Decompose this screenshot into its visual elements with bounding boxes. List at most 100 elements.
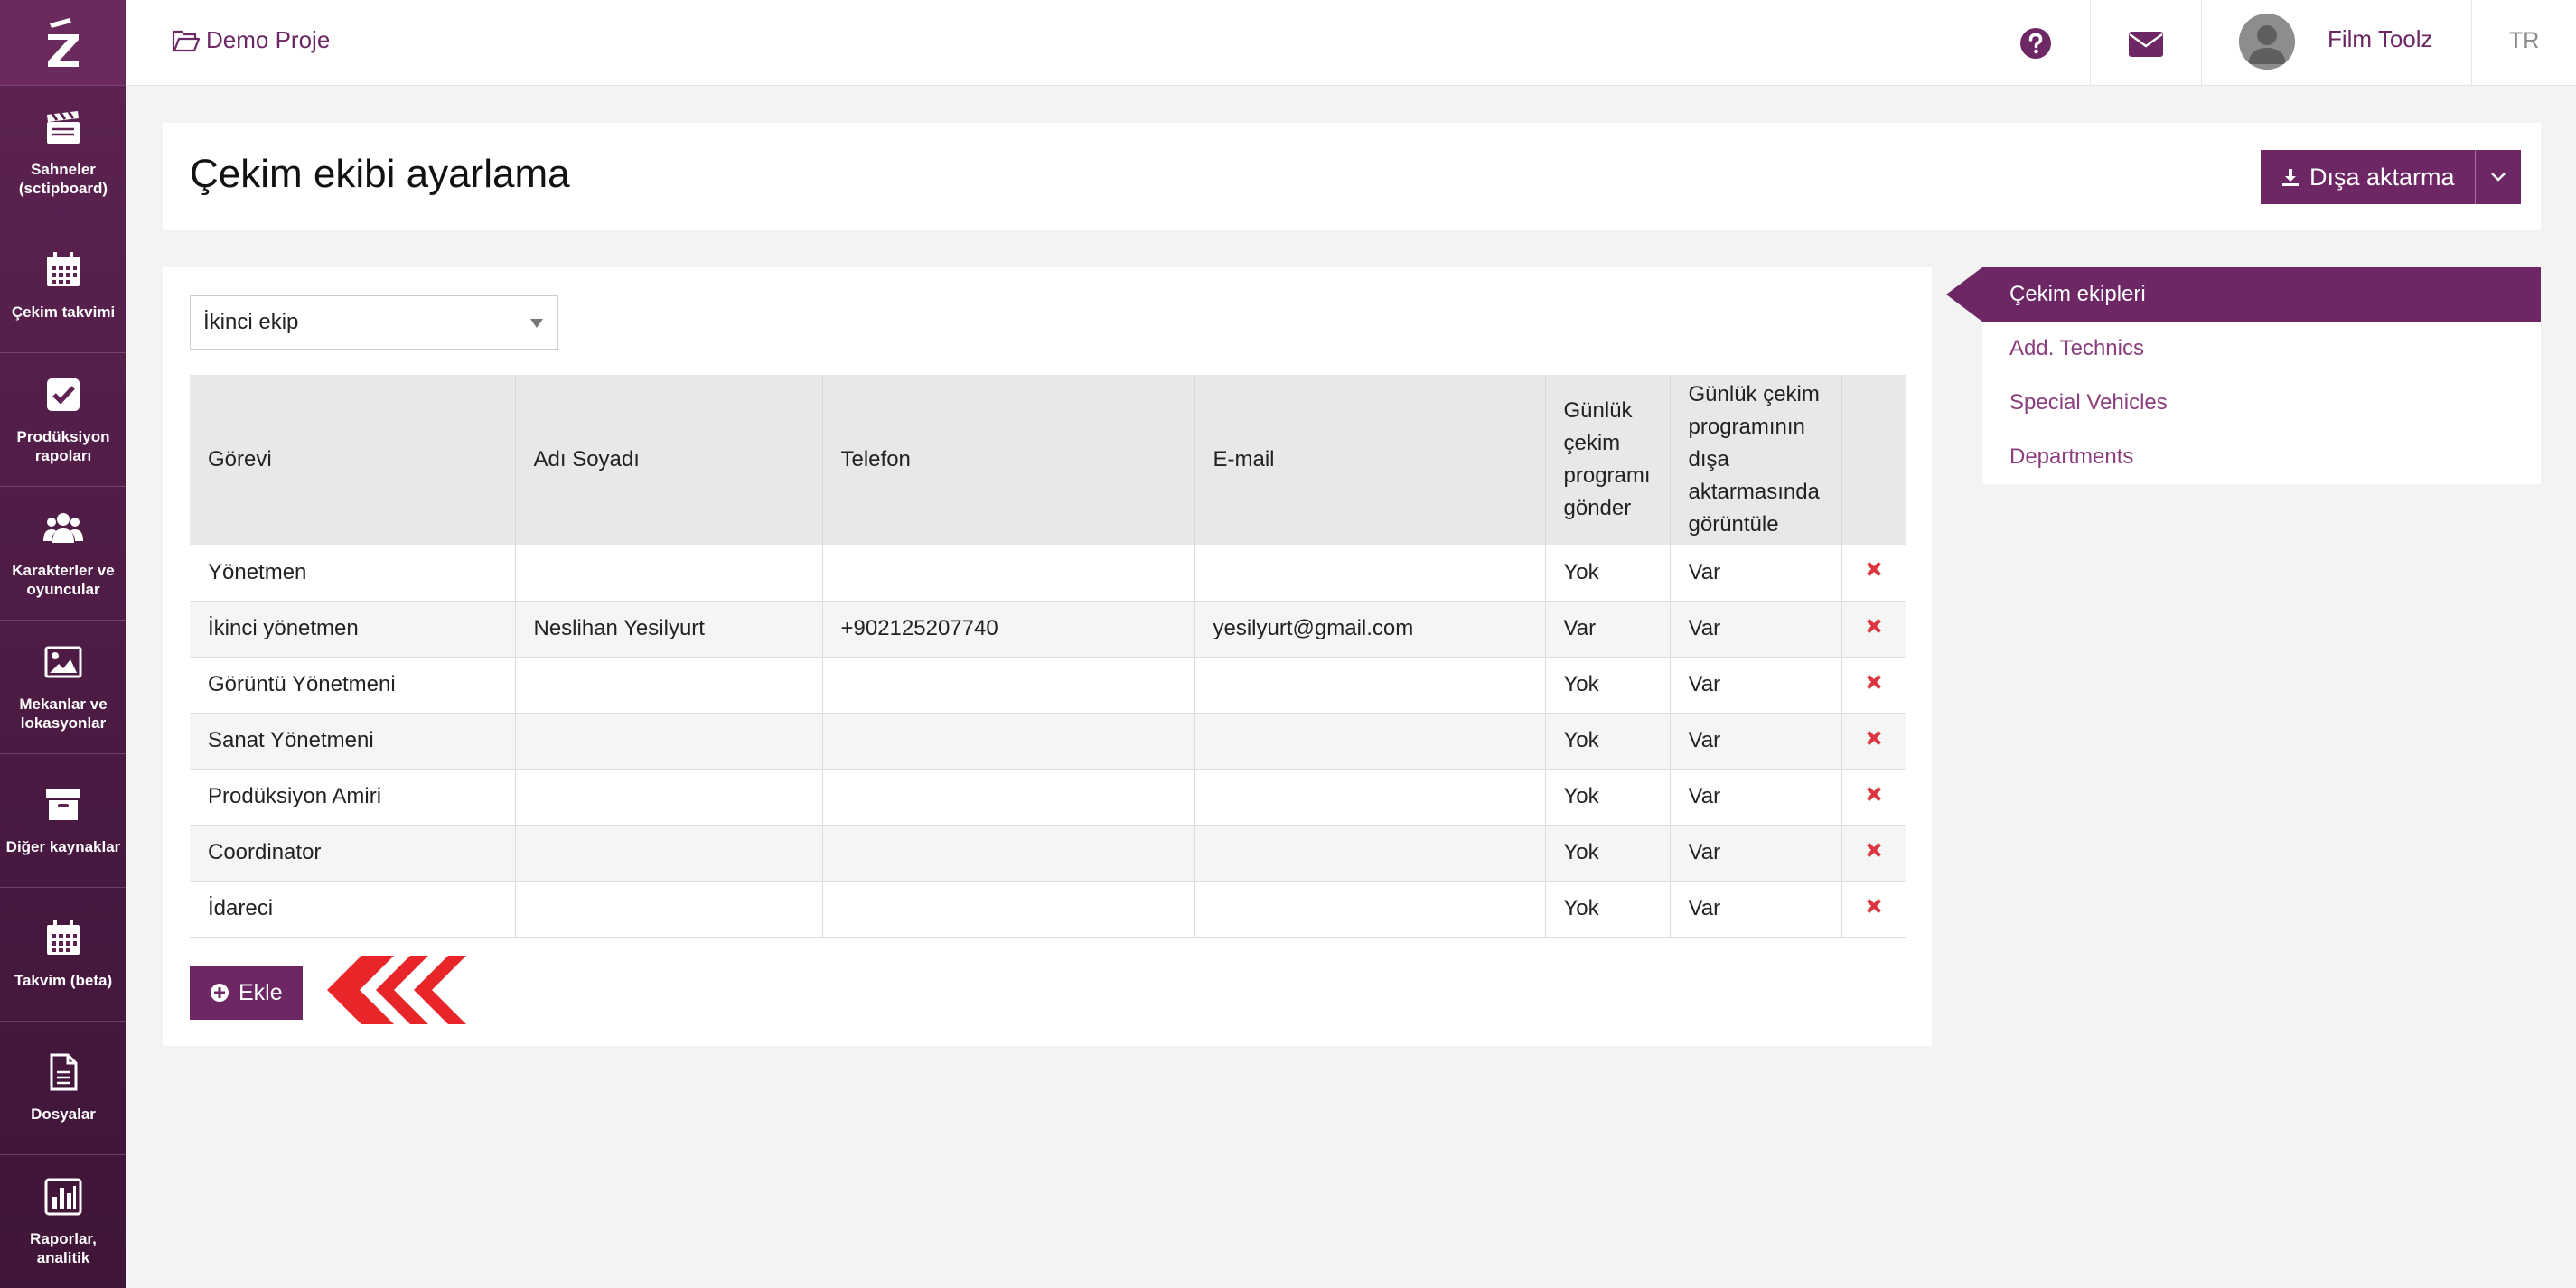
add-button[interactable]: Ekle: [190, 966, 303, 1020]
delete-icon[interactable]: [1864, 672, 1884, 692]
role-cell: İkinci yönetmen: [190, 601, 516, 658]
sidebar-item-other-resources[interactable]: Diğer kaynaklar: [0, 754, 126, 888]
project-link[interactable]: Demo Proje: [172, 26, 330, 54]
export-button[interactable]: Dışa aktarma: [2261, 150, 2476, 204]
delete-icon[interactable]: [1864, 559, 1884, 579]
language-switcher[interactable]: TR: [2509, 28, 2539, 54]
show-in-export-cell[interactable]: Var: [1670, 657, 1842, 714]
crew-select[interactable]: İkinci ekip: [190, 295, 558, 350]
email-cell: [1194, 825, 1546, 882]
avatar[interactable]: [2239, 14, 2295, 70]
column-header-show-in-export: Günlük çekim programının dışa aktarmasın…: [1670, 375, 1842, 545]
name-cell: [515, 769, 823, 826]
app-logo[interactable]: [0, 0, 126, 86]
delete-icon[interactable]: [1864, 616, 1884, 636]
caret-down-icon: [530, 319, 543, 328]
show-in-export-cell[interactable]: Var: [1670, 881, 1842, 938]
send-schedule-cell[interactable]: Yok: [1545, 545, 1671, 602]
send-schedule-cell[interactable]: Yok: [1545, 657, 1671, 714]
email-cell: [1194, 769, 1546, 826]
user-name[interactable]: Film Toolz: [2328, 25, 2433, 53]
delete-icon[interactable]: [1864, 840, 1884, 860]
sidebar-item-label: Dosyalar: [31, 1106, 96, 1123]
arrow-left-icon: [327, 956, 466, 1024]
sidebar-item-label: Prodüksiyon rapoları: [16, 427, 110, 464]
send-schedule-cell[interactable]: Yok: [1545, 825, 1671, 882]
role-cell: İdareci: [190, 881, 516, 938]
sidebar-item-reports-analytics[interactable]: Raporlar, analitik: [0, 1155, 126, 1288]
delete-icon[interactable]: [1864, 784, 1884, 804]
column-header-role: Görevi: [190, 375, 516, 545]
archive-icon: [46, 789, 80, 820]
send-schedule-cell[interactable]: Var: [1545, 601, 1671, 658]
show-in-export-cell[interactable]: Var: [1670, 601, 1842, 658]
show-in-export-cell[interactable]: Var: [1670, 545, 1842, 602]
sidebar-item-characters[interactable]: Karakterler ve oyuncular: [0, 487, 126, 621]
page-header: Çekim ekibi ayarlama Dışa aktarma: [163, 123, 2541, 230]
email-cell: [1194, 713, 1546, 770]
page-title: Çekim ekibi ayarlama: [190, 152, 570, 196]
phone-cell: [822, 545, 1195, 602]
menu-item-add-technics[interactable]: Add. Technics: [1982, 322, 2541, 376]
name-cell: [515, 881, 823, 938]
logo-icon: [48, 18, 79, 67]
phone-cell: [822, 881, 1195, 938]
column-header-email: E-mail: [1194, 375, 1546, 545]
role-cell: Görüntü Yönetmeni: [190, 657, 516, 714]
sidebar-item-locations[interactable]: Mekanlar ve lokasyonlar: [0, 621, 126, 754]
phone-cell: +902125207740: [822, 601, 1195, 658]
sidebar-item-shooting-schedule[interactable]: Çekim takvimi: [0, 219, 126, 353]
add-label: Ekle: [239, 979, 283, 1005]
sidebar-item-label: Raporlar, analitik: [30, 1229, 97, 1266]
delete-cell: [1841, 769, 1906, 826]
help-icon[interactable]: [2019, 27, 2052, 60]
menu-item-departments[interactable]: Departments: [1982, 430, 2541, 484]
sidebar-item-label: Sahneler (sctipboard): [18, 160, 108, 197]
export-dropdown-toggle[interactable]: [2475, 150, 2521, 204]
delete-icon[interactable]: [1864, 896, 1884, 916]
column-header-name: Adı Soyadı: [515, 375, 823, 545]
role-cell: Prodüksiyon Amiri: [190, 769, 516, 826]
role-cell: Sanat Yönetmeni: [190, 713, 516, 770]
mail-icon[interactable]: [2128, 31, 2164, 58]
role-cell: Coordinator: [190, 825, 516, 882]
checkbox-icon: [47, 378, 80, 411]
delete-cell: [1841, 545, 1906, 602]
sidebar-item-production-reports[interactable]: Prodüksiyon rapoları: [0, 353, 126, 487]
sidebar-item-label: Takvim (beta): [14, 972, 113, 989]
role-cell: Yönetmen: [190, 545, 516, 602]
sidebar-item-label: Diğer kaynaklar: [5, 838, 121, 855]
table-row: Görüntü Yönetmeni Yok Var: [190, 657, 1906, 714]
send-schedule-cell[interactable]: Yok: [1545, 713, 1671, 770]
export-label: Dışa aktarma: [2309, 163, 2455, 191]
table-row: Prodüksiyon Amiri Yok Var: [190, 769, 1906, 826]
topbar-divider: [2201, 0, 2202, 86]
menu-item-special-vehicles[interactable]: Special Vehicles: [1982, 376, 2541, 430]
table-row: İkinci yönetmen Neslihan Yesilyurt +902125…: [190, 601, 1906, 658]
image-icon: [44, 646, 82, 677]
sidebar-item-scenes[interactable]: Sahneler (sctipboard): [0, 86, 126, 219]
calendar-icon: [47, 920, 80, 955]
top-bar: Demo Proje Film Toolz TR: [126, 0, 2576, 86]
show-in-export-cell[interactable]: Var: [1670, 825, 1842, 882]
download-icon: [2282, 169, 2299, 186]
sidebar-item-files[interactable]: Dosyalar: [0, 1022, 126, 1155]
send-schedule-cell[interactable]: Yok: [1545, 881, 1671, 938]
sidebar-item-label: Mekanlar ve lokasyonlar: [19, 695, 108, 732]
table-row: Yönetmen Yok Var: [190, 545, 1906, 602]
column-header-phone: Telefon: [822, 375, 1195, 545]
show-in-export-cell[interactable]: Var: [1670, 713, 1842, 770]
sidebar-item-calendar-beta[interactable]: Takvim (beta): [0, 888, 126, 1022]
menu-item-crews[interactable]: Çekim ekipleri: [1946, 267, 2541, 322]
name-cell: Neslihan Yesilyurt: [515, 601, 823, 658]
delete-icon[interactable]: [1864, 728, 1884, 748]
name-cell: [515, 657, 823, 714]
send-schedule-cell[interactable]: Yok: [1545, 769, 1671, 826]
users-icon: [43, 512, 83, 543]
show-in-export-cell[interactable]: Var: [1670, 769, 1842, 826]
crew-table: Görevi Adı Soyadı Telefon E-mail Günlük …: [190, 375, 1906, 938]
name-cell: [515, 545, 823, 602]
crew-settings-menu: Çekim ekipleri Add. Technics Special Veh…: [1946, 267, 2541, 484]
crew-select-value: İkinci ekip: [203, 310, 299, 334]
delete-cell: [1841, 881, 1906, 938]
